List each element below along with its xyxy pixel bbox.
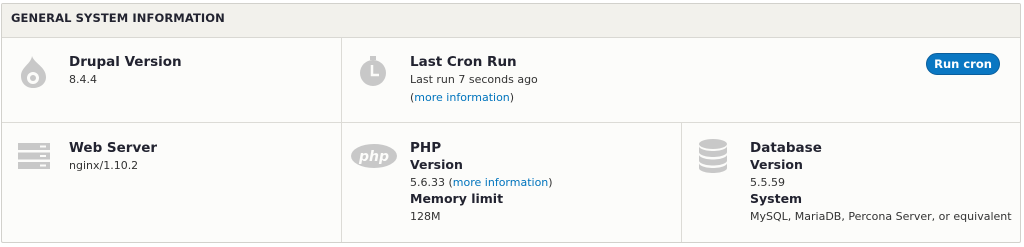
paren: )	[509, 91, 515, 104]
web-server-value: nginx/1.10.2	[69, 159, 139, 172]
cron-title: Last Cron Run	[410, 54, 517, 70]
database-system-label: System	[750, 191, 803, 206]
divider	[341, 123, 342, 242]
system-info-panel: GENERAL SYSTEM INFORMATION	[1, 3, 1021, 243]
drupal-version-value: 8.4.4	[69, 73, 97, 86]
divider	[341, 38, 342, 122]
divider	[681, 123, 682, 242]
php-icon-text: php	[358, 149, 389, 165]
php-icon: php	[351, 144, 397, 168]
php-memory-label: Memory limit	[410, 191, 504, 206]
drupal-drop-icon	[21, 56, 46, 88]
cron-last-run: Last run 7 seconds ago	[410, 73, 538, 86]
drupal-version-title: Drupal Version	[69, 54, 182, 70]
database-title: Database	[750, 140, 822, 156]
server-icon	[18, 143, 50, 169]
php-version-value: 5.6.33	[410, 176, 445, 189]
database-version-label: Version	[750, 157, 803, 172]
php-title: PHP	[410, 140, 442, 156]
divider	[2, 122, 1020, 123]
cron-more-info-link[interactable]: more information	[414, 91, 509, 104]
web-server-title: Web Server	[69, 140, 158, 156]
run-cron-button[interactable]: Run cron	[926, 53, 1000, 75]
php-version-row: 5.6.33 (more information)	[410, 176, 553, 189]
panel-title: GENERAL SYSTEM INFORMATION	[2, 4, 1020, 38]
php-version-label: Version	[410, 157, 463, 172]
paren: )	[548, 176, 553, 189]
php-memory-value: 128M	[410, 210, 441, 223]
database-version-value: 5.5.59	[750, 176, 785, 189]
cron-more-info: (more information)	[410, 91, 514, 104]
database-system-value: MySQL, MariaDB, Percona Server, or equiv…	[750, 210, 1012, 223]
clock-icon	[360, 56, 386, 86]
database-icon	[699, 139, 727, 173]
php-more-info-link[interactable]: more information	[453, 176, 548, 189]
